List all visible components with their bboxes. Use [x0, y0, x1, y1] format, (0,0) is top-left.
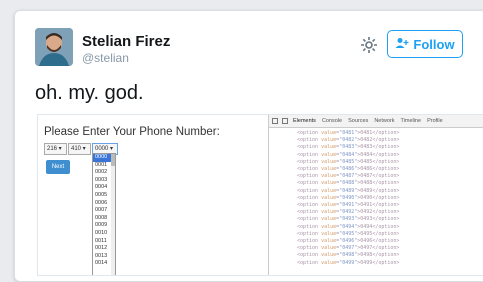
code-line[interactable]: <option value="0489">0489</option>	[297, 188, 399, 195]
area-code-select[interactable]: 216 ▾	[44, 143, 67, 155]
inspect-icon[interactable]	[272, 118, 278, 124]
option-value: 0484	[342, 151, 355, 158]
devtools-tab-timeline[interactable]: Timeline	[399, 118, 422, 124]
option-value: 0481	[342, 130, 355, 136]
devtools-panel: Elements Console Sources Network Timeline Pro…	[268, 115, 483, 275]
phone-form-page: Please Enter Your Phone Number: 216 ▾ 41…	[38, 115, 268, 275]
option-text: 0498	[360, 252, 373, 259]
line-number-dropdown[interactable]: 0000 0001 0002 0003 0004 0005 0006 0007 0008 0009…	[92, 153, 116, 275]
tweet-media-screenshot[interactable]: Please Enter Your Phone Number: 216 ▾ 41…	[37, 114, 483, 276]
code-line[interactable]: <option value="0493">0493</option>	[297, 216, 399, 223]
option-text: 0492	[360, 209, 373, 216]
devtools-tab-sources[interactable]: Sources	[347, 118, 369, 124]
option-text: 0482	[360, 137, 373, 144]
option-text: 0490	[360, 194, 373, 201]
devtools-tab-console[interactable]: Console	[321, 118, 343, 124]
option-value: 0496	[342, 238, 355, 245]
next-button[interactable]: Next	[46, 160, 70, 174]
line-number-value: 0000	[95, 146, 109, 152]
code-line[interactable]: <option value="0486">0486</option>	[297, 166, 399, 173]
option-text: 0484	[360, 151, 373, 158]
dropdown-scroll-thumb[interactable]	[111, 154, 115, 166]
dropdown-scrollbar[interactable]	[111, 154, 115, 275]
option-text: 0483	[360, 144, 373, 151]
option-value: 0497	[342, 245, 355, 252]
prefix-select[interactable]: 410 ▾	[68, 143, 91, 155]
tweet-card: Stelian Firez @stelian Follow oh. my. go…	[14, 10, 483, 282]
option-text: 0481	[360, 130, 373, 136]
avatar[interactable]	[35, 28, 73, 66]
option-text: 0486	[360, 166, 373, 173]
author-handle[interactable]: @stelian	[82, 51, 129, 65]
option-text: 0489	[360, 187, 373, 194]
option-value: 0498	[342, 252, 355, 259]
option-text: 0485	[360, 158, 373, 165]
code-line[interactable]: <option value="0488">0488</option>	[297, 180, 399, 187]
code-line[interactable]: <option value="0498">0498</option>	[297, 252, 399, 259]
phone-prompt: Please Enter Your Phone Number:	[44, 126, 220, 138]
option-value: 0499	[342, 259, 355, 266]
option-value: 0493	[342, 216, 355, 223]
code-line[interactable]: <option value="0484">0484</option>	[297, 152, 399, 159]
follow-label: Follow	[413, 36, 455, 52]
add-user-icon	[395, 37, 409, 52]
option-text: 0497	[360, 245, 373, 252]
option-value: 0495	[342, 230, 355, 237]
code-line[interactable]: <option value="0482">0482</option>	[297, 137, 399, 144]
area-code-value: 216	[47, 146, 58, 152]
option-text: 0487	[360, 173, 373, 180]
option-value: 0491	[342, 202, 355, 209]
author-name[interactable]: Stelian Firez	[82, 33, 170, 50]
prefix-value: 410	[71, 146, 82, 152]
code-line[interactable]: <option value="0492">0492</option>	[297, 209, 399, 216]
devtools-toolbar: Elements Console Sources Network Timeline Pro…	[269, 115, 483, 128]
option-text: 0493	[360, 216, 373, 223]
gear-icon[interactable]	[359, 35, 379, 55]
code-line[interactable]: <option value="0491">0491</option>	[297, 202, 399, 209]
tweet-text: oh. my. god.	[35, 82, 144, 104]
option-text: 0494	[360, 223, 373, 230]
option-text: 0488	[360, 180, 373, 187]
code-line[interactable]: <option value="0487">0487</option>	[297, 173, 399, 180]
code-line[interactable]: <option value="0497">0497</option>	[297, 245, 399, 252]
option-value: 0494	[342, 223, 355, 230]
option-text: 0495	[360, 230, 373, 237]
option-value: 0488	[342, 180, 355, 187]
option-value: 0485	[342, 158, 355, 165]
option-value: 0486	[342, 166, 355, 173]
code-line[interactable]: <option value="0483">0483</option>	[297, 144, 399, 151]
option-value: 0492	[342, 209, 355, 216]
option-text: 0496	[360, 238, 373, 245]
avatar-image	[35, 28, 73, 66]
option-text: 0491	[360, 202, 373, 209]
code-line[interactable]: <option value="0490">0490</option>	[297, 195, 399, 202]
option-value: 0490	[342, 194, 355, 201]
option-value: 0489	[342, 187, 355, 194]
follow-button[interactable]: Follow	[387, 30, 463, 58]
code-line[interactable]: <option value="0485">0485</option>	[297, 159, 399, 166]
code-line[interactable]: <option value="0499">0499</option>	[297, 260, 399, 267]
code-line[interactable]: <option value="0495">0495</option>	[297, 231, 399, 238]
devtools-tab-profile[interactable]: Profile	[426, 118, 444, 124]
code-line[interactable]: <option value="0494">0494</option>	[297, 224, 399, 231]
option-value: 0487	[342, 173, 355, 180]
code-line[interactable]: <option value="0496">0496</option>	[297, 238, 399, 245]
devtools-tab-elements[interactable]: Elements	[292, 118, 317, 124]
option-value: 0482	[342, 137, 355, 144]
elements-code: <option value="0481">0481</option> <optio…	[297, 130, 399, 267]
option-text: 0499	[360, 259, 373, 266]
option-value: 0483	[342, 144, 355, 151]
code-line[interactable]: <option value="0481">0481</option>	[297, 130, 399, 137]
device-icon[interactable]	[282, 118, 288, 124]
devtools-tab-network[interactable]: Network	[373, 118, 395, 124]
